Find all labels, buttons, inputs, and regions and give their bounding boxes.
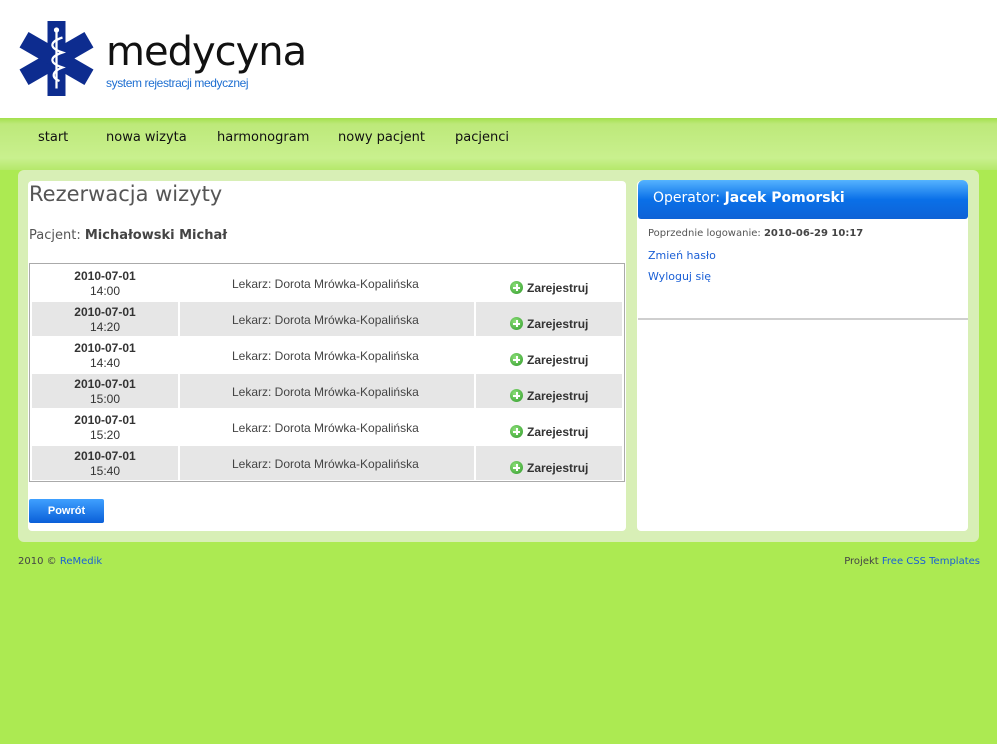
slot-datetime-cell: 2010-07-01 15:00 bbox=[32, 374, 178, 408]
slot-date: 2010-07-01 bbox=[74, 413, 136, 427]
slot-time: 15:20 bbox=[89, 428, 121, 442]
slot-action-cell: Zarejestruj bbox=[476, 338, 622, 372]
back-button[interactable]: Powrót bbox=[29, 499, 104, 523]
register-label: Zarejestruj bbox=[527, 389, 589, 403]
slot-doctor: Lekarz: Dorota Mrówka-Kopalińska bbox=[232, 421, 419, 435]
slot-datetime-cell: 2010-07-01 15:40 bbox=[32, 446, 178, 480]
header: medycyna system rejestracji medycznej bbox=[0, 0, 997, 118]
nav-item-new-patient[interactable]: nowy pacjent bbox=[338, 130, 425, 145]
register-button[interactable]: Zarejestruj bbox=[510, 457, 588, 476]
site-subtitle: system rejestracji medycznej bbox=[106, 76, 249, 90]
slots-table: 2010-07-01 14:00 Lekarz: Dorota Mrówka-K… bbox=[29, 263, 625, 482]
slot-datetime-cell: 2010-07-01 15:20 bbox=[32, 410, 178, 444]
register-label: Zarejestruj bbox=[527, 317, 589, 331]
nav-item-new-visit[interactable]: nowa wizyta bbox=[106, 130, 187, 145]
operator-label: Operator: bbox=[653, 190, 721, 206]
operator-name: Jacek Pomorski bbox=[724, 190, 845, 206]
slot-doctor: Lekarz: Dorota Mrówka-Kopalińska bbox=[232, 349, 419, 363]
slot-date: 2010-07-01 bbox=[74, 341, 136, 355]
register-label: Zarejestruj bbox=[527, 281, 589, 295]
slot-action-cell: Zarejestruj bbox=[476, 446, 622, 480]
slot-time: 15:40 bbox=[89, 464, 121, 478]
slot-action-cell: Zarejestruj bbox=[476, 374, 622, 408]
slot-doctor-cell: Lekarz: Dorota Mrówka-Kopalińska bbox=[180, 374, 474, 408]
table-row: 2010-07-01 15:40 Lekarz: Dorota Mrówka-K… bbox=[32, 446, 622, 480]
templates-link[interactable]: Free CSS Templates bbox=[882, 556, 980, 567]
slot-doctor: Lekarz: Dorota Mrówka-Kopalińska bbox=[232, 277, 419, 291]
operator-header: Operator: Jacek Pomorski bbox=[638, 180, 968, 219]
slot-doctor-cell: Lekarz: Dorota Mrówka-Kopalińska bbox=[180, 338, 474, 372]
register-button[interactable]: Zarejestruj bbox=[510, 313, 588, 332]
last-login-label: Poprzednie logowanie: bbox=[648, 228, 761, 239]
slot-time: 14:00 bbox=[89, 284, 121, 298]
slot-doctor-cell: Lekarz: Dorota Mrówka-Kopalińska bbox=[180, 302, 474, 336]
slot-time: 14:20 bbox=[89, 320, 121, 334]
logout-link[interactable]: Wyloguj się bbox=[648, 270, 711, 283]
register-button[interactable]: Zarejestruj bbox=[510, 277, 588, 296]
slot-doctor-cell: Lekarz: Dorota Mrówka-Kopalińska bbox=[180, 410, 474, 444]
nav-item-schedule[interactable]: harmonogram bbox=[217, 130, 309, 145]
plus-icon bbox=[510, 281, 523, 294]
register-button[interactable]: Zarejestruj bbox=[510, 349, 588, 368]
slot-date: 2010-07-01 bbox=[74, 269, 136, 283]
slot-doctor: Lekarz: Dorota Mrówka-Kopalińska bbox=[232, 313, 419, 327]
nav-band bbox=[0, 158, 997, 170]
table-row: 2010-07-01 15:20 Lekarz: Dorota Mrówka-K… bbox=[32, 410, 622, 444]
table-row: 2010-07-01 14:20 Lekarz: Dorota Mrówka-K… bbox=[32, 302, 622, 336]
patient-label: Pacjent: bbox=[29, 228, 81, 243]
copyright-text: 2010 © bbox=[18, 556, 57, 567]
star-of-life-icon bbox=[19, 21, 94, 96]
slot-doctor-cell: Lekarz: Dorota Mrówka-Kopalińska bbox=[180, 446, 474, 480]
slot-time: 15:00 bbox=[89, 392, 121, 406]
slot-doctor-cell: Lekarz: Dorota Mrówka-Kopalińska bbox=[180, 266, 474, 300]
plus-icon bbox=[510, 425, 523, 438]
site-title: medycyna bbox=[106, 29, 307, 75]
slot-action-cell: Zarejestruj bbox=[476, 410, 622, 444]
nav-item-patients[interactable]: pacjenci bbox=[455, 130, 509, 145]
slot-date: 2010-07-01 bbox=[74, 305, 136, 319]
plus-icon bbox=[510, 461, 523, 474]
patient-name: Michałowski Michał bbox=[84, 228, 228, 243]
register-label: Zarejestruj bbox=[527, 461, 589, 475]
last-login: Poprzednie logowanie: 2010-06-29 10:17 bbox=[648, 228, 863, 239]
register-button[interactable]: Zarejestruj bbox=[510, 421, 588, 440]
footer-copyright: 2010 © ReMedik bbox=[18, 556, 102, 567]
table-row: 2010-07-01 14:40 Lekarz: Dorota Mrówka-K… bbox=[32, 338, 622, 372]
register-button[interactable]: Zarejestruj bbox=[510, 385, 588, 404]
slot-datetime-cell: 2010-07-01 14:20 bbox=[32, 302, 178, 336]
table-row: 2010-07-01 14:00 Lekarz: Dorota Mrówka-K… bbox=[32, 266, 622, 300]
footer-credits: Projekt Free CSS Templates bbox=[844, 556, 980, 567]
slot-action-cell: Zarejestruj bbox=[476, 266, 622, 300]
slot-action-cell: Zarejestruj bbox=[476, 302, 622, 336]
sidebar-divider bbox=[638, 318, 968, 320]
main-nav: start nowa wizyta harmonogram nowy pacje… bbox=[0, 118, 997, 158]
slot-doctor: Lekarz: Dorota Mrówka-Kopalińska bbox=[232, 457, 419, 471]
nav-item-start[interactable]: start bbox=[38, 130, 68, 145]
patient-info: Pacjent: Michałowski Michał bbox=[29, 228, 227, 243]
change-password-link[interactable]: Zmień hasło bbox=[648, 249, 716, 262]
table-row: 2010-07-01 15:00 Lekarz: Dorota Mrówka-K… bbox=[32, 374, 622, 408]
register-label: Zarejestruj bbox=[527, 353, 589, 367]
plus-icon bbox=[510, 389, 523, 402]
last-login-value: 2010-06-29 10:17 bbox=[763, 228, 864, 239]
page-title: Rezerwacja wizyty bbox=[29, 182, 223, 206]
operator-info: Operator: Jacek Pomorski bbox=[653, 190, 845, 206]
plus-icon bbox=[510, 317, 523, 330]
project-label: Projekt bbox=[844, 556, 879, 567]
plus-icon bbox=[510, 353, 523, 366]
company-link[interactable]: ReMedik bbox=[60, 556, 102, 567]
slot-date: 2010-07-01 bbox=[74, 377, 136, 391]
slot-time: 14:40 bbox=[89, 356, 121, 370]
slot-date: 2010-07-01 bbox=[74, 449, 136, 463]
register-label: Zarejestruj bbox=[527, 425, 589, 439]
slot-datetime-cell: 2010-07-01 14:00 bbox=[32, 266, 178, 300]
slot-datetime-cell: 2010-07-01 14:40 bbox=[32, 338, 178, 372]
slot-doctor: Lekarz: Dorota Mrówka-Kopalińska bbox=[232, 385, 419, 399]
